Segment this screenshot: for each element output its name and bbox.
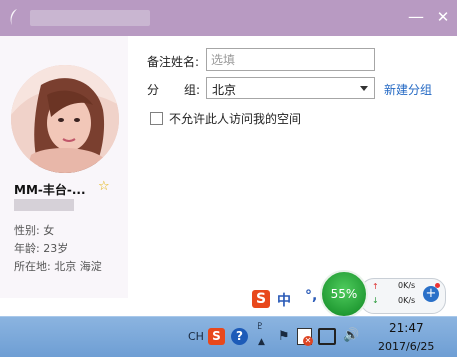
title-bar: — ✕ xyxy=(0,0,457,36)
account-number xyxy=(14,199,74,211)
language-indicator[interactable]: CH xyxy=(188,330,204,343)
profile-panel: MM-丰台-... ☆ 性别: 女 年龄: 23岁 所在地: 北京 海淀 xyxy=(0,36,128,298)
volume-icon[interactable]: 🔊 xyxy=(343,328,359,343)
ime-mode-toggle[interactable]: 中 xyxy=(277,290,291,310)
network-icon[interactable] xyxy=(318,328,336,345)
help-icon[interactable]: ? xyxy=(231,328,248,345)
clock-time[interactable]: 21:47 xyxy=(389,321,424,335)
group-label-first: 分 xyxy=(147,83,160,97)
close-button[interactable]: ✕ xyxy=(434,8,452,26)
deny-space-access-label[interactable]: 不允许此人访问我的空间 xyxy=(169,110,301,127)
sogou-tray-icon[interactable]: S xyxy=(208,328,225,345)
notification-dot xyxy=(435,283,440,288)
group-select[interactable]: 北京 xyxy=(206,77,375,99)
ime-punctuation-toggle[interactable]: °, xyxy=(305,288,317,304)
window-title xyxy=(30,10,150,26)
age-text: 年龄: 23岁 xyxy=(14,242,69,255)
flag-icon[interactable]: ⚑ xyxy=(278,329,290,344)
sogou-logo-icon[interactable]: S xyxy=(252,290,270,308)
chevron-down-icon xyxy=(360,86,368,91)
avatar-photo xyxy=(11,65,119,173)
clock-date[interactable]: 2017/6/25 xyxy=(378,340,434,353)
upload-arrow-icon: ↑ xyxy=(372,282,379,291)
ime-option-icon[interactable]: ♇ xyxy=(256,322,264,332)
show-hidden-icons-icon[interactable]: ▲ xyxy=(258,337,265,347)
deny-space-access-checkbox[interactable] xyxy=(150,112,163,125)
upload-speed: 0K/s xyxy=(398,281,416,290)
group-label-second: 组: xyxy=(184,83,201,97)
ime-toolbar: S 中 °, xyxy=(245,288,323,312)
taskbar: CH S ? ♇ ▲ ⚑ ✕ 🔊 21:47 2017/6/25 xyxy=(0,316,457,357)
remark-name-label: 备注姓名: xyxy=(147,55,200,69)
gender-text: 性别: 女 xyxy=(14,224,55,237)
location-text: 所在地: 北京 海淀 xyxy=(14,260,102,273)
app-icon xyxy=(10,9,17,25)
nickname: MM-丰台-... xyxy=(14,183,86,197)
avatar[interactable] xyxy=(11,65,119,173)
new-group-link[interactable]: 新建分组 xyxy=(384,81,432,98)
action-center-error-icon: ✕ xyxy=(303,336,313,346)
remark-name-input[interactable] xyxy=(206,48,375,71)
network-speed-widget: ↑ ↓ 0K/s 0K/s + 55% xyxy=(320,270,448,318)
group-selected-value: 北京 xyxy=(212,83,237,97)
star-icon[interactable]: ☆ xyxy=(98,179,110,194)
download-arrow-icon: ↓ xyxy=(372,296,379,305)
memory-usage-ball[interactable]: 55% xyxy=(320,270,368,318)
download-speed: 0K/s xyxy=(398,296,416,305)
speed-boost-icon[interactable]: + xyxy=(423,286,439,302)
minimize-button[interactable]: — xyxy=(407,8,425,26)
